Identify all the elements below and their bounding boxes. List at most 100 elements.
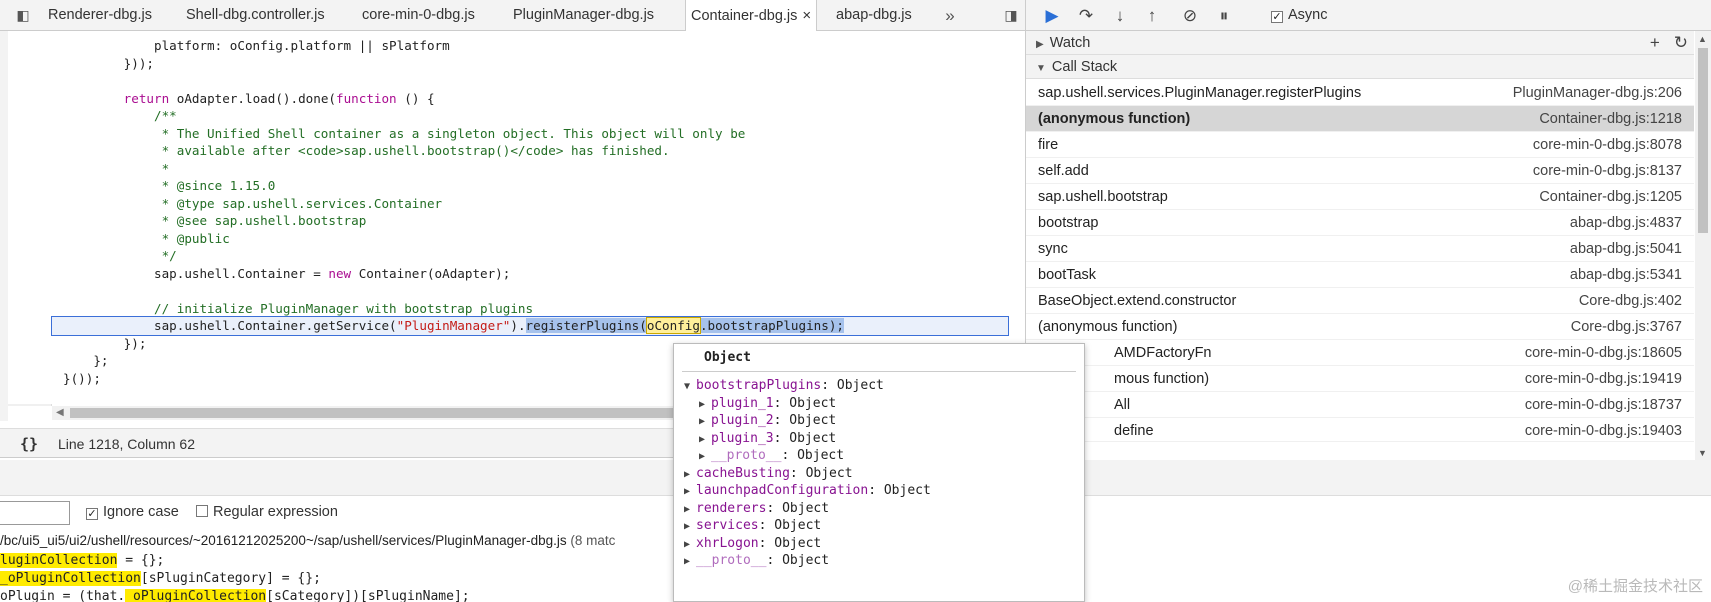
call-frame-selected[interactable]: (anonymous function) Container-dbg.js:121… <box>1026 106 1694 132</box>
call-frame[interactable]: bootTask abap-dbg.js:5341 <box>1026 262 1694 288</box>
frame-location[interactable]: Container-dbg.js:1205 <box>1539 184 1682 210</box>
code-line: platform: oConfig.platform || sPlatform <box>63 38 450 53</box>
frame-location[interactable]: core-min-0-dbg.js:18605 <box>1525 340 1682 366</box>
toggle-navigator-icon[interactable]: ◧ <box>12 0 34 31</box>
step-out-icon[interactable]: ↑ <box>1138 0 1166 31</box>
frame-function: sap.ushell.services.PluginManager.regist… <box>1038 85 1362 101</box>
property-value: Object <box>836 378 884 393</box>
collapsed-triangle-icon[interactable]: ▶ <box>684 466 696 484</box>
tab-core-min[interactable]: core-min-0-dbg.js <box>362 0 475 31</box>
call-frame[interactable]: fire core-min-0-dbg.js:8078 <box>1026 132 1694 158</box>
call-frame[interactable]: BaseObject.extend.constructor Core-dbg.js… <box>1026 288 1694 314</box>
refresh-watch-icon[interactable]: ↻ <box>1674 33 1688 52</box>
tab-plugin-manager[interactable]: PluginManager-dbg.js <box>513 0 654 31</box>
frame-location[interactable]: abap-dbg.js:5341 <box>1570 262 1682 288</box>
collapsed-triangle-icon[interactable]: ▶ <box>699 413 711 431</box>
object-property-row[interactable]: ▶ plugin_1: Object <box>699 395 836 413</box>
object-property-row[interactable]: ▶ launchpadConfiguration: Object <box>684 482 931 500</box>
search-result-file[interactable]: /bc/ui5_ui5/ui2/ushell/resources/~201612… <box>0 532 615 550</box>
code-token: sap.ushell.Container = <box>63 265 329 281</box>
call-frame[interactable]: sap.ushell.services.PluginManager.regist… <box>1026 80 1694 106</box>
frame-location[interactable]: Core-dbg.js:3767 <box>1571 314 1682 340</box>
object-property-row[interactable]: ▶ plugin_3: Object <box>699 430 836 448</box>
collapsed-triangle-icon[interactable]: ▶ <box>699 396 711 414</box>
property-key: launchpadConfiguration <box>696 483 869 498</box>
property-key: __proto__ <box>696 553 767 568</box>
frame-location[interactable]: core-min-0-dbg.js:19403 <box>1525 418 1682 441</box>
call-stack-section-header[interactable]: ▼ Call Stack <box>1026 55 1694 79</box>
call-frame[interactable]: All core-min-0-dbg.js:18737 <box>1026 392 1694 418</box>
collapsed-triangle-icon[interactable]: ▶ <box>684 518 696 536</box>
search-result-line[interactable]: _oPluginCollection[sPluginCategory] = {}… <box>0 570 321 588</box>
vertical-scrollbar[interactable]: ▲ ▼ <box>1695 31 1711 461</box>
expanded-triangle-icon[interactable]: ▼ <box>684 378 696 396</box>
search-result-line[interactable]: luginCollection = {}; <box>0 552 164 570</box>
collapsed-triangle-icon[interactable]: ▶ <box>684 483 696 501</box>
vertical-scroll-thumb[interactable] <box>1698 48 1708 233</box>
scroll-left-icon[interactable]: ◀ <box>56 406 64 420</box>
frame-location[interactable]: PluginManager-dbg.js:206 <box>1513 80 1682 106</box>
tab-renderer[interactable]: Renderer-dbg.js <box>48 0 152 31</box>
expanded-triangle-icon: ▼ <box>1036 63 1046 74</box>
add-watch-icon[interactable]: + <box>1650 33 1660 52</box>
async-checkbox-box[interactable]: ✓ <box>1271 11 1283 23</box>
code-line: return oAdapter.load().done(function () … <box>63 90 435 108</box>
collapsed-triangle-icon[interactable]: ▶ <box>684 536 696 554</box>
toggle-debugger-icon[interactable]: ◨ <box>1000 0 1022 31</box>
search-input[interactable] <box>0 501 70 525</box>
frame-location[interactable]: core-min-0-dbg.js:19419 <box>1525 366 1682 392</box>
code-comment-line: * @since 1.15.0 <box>63 178 276 193</box>
async-checkbox[interactable]: ✓ Async <box>1271 0 1328 31</box>
object-property-row[interactable]: ▶ plugin_2: Object <box>699 412 836 430</box>
result-text: [sPluginCategory] = {}; <box>140 571 321 586</box>
close-tab-icon[interactable]: × <box>802 7 811 24</box>
hovered-variable[interactable]: oConfig <box>645 317 701 334</box>
frame-location[interactable]: core-min-0-dbg.js:8078 <box>1533 132 1682 158</box>
object-property-row[interactable]: ▼ bootstrapPlugins: Object <box>684 377 884 395</box>
call-frame[interactable]: bootstrap abap-dbg.js:4837 <box>1026 210 1694 236</box>
frame-location[interactable]: abap-dbg.js:4837 <box>1570 210 1682 236</box>
property-key: plugin_1 <box>711 395 774 411</box>
tab-shell-controller[interactable]: Shell-dbg.controller.js <box>186 0 325 31</box>
step-over-icon[interactable]: ↷ <box>1072 0 1100 31</box>
collapsed-triangle-icon[interactable]: ▶ <box>699 448 711 466</box>
frame-location[interactable]: core-min-0-dbg.js:18737 <box>1525 392 1682 418</box>
result-text: oPlugin = (that. <box>0 589 126 602</box>
object-property-row[interactable]: ▶ renderers: Object <box>684 500 829 518</box>
frame-location[interactable]: abap-dbg.js:5041 <box>1570 236 1682 262</box>
watch-section-header[interactable]: ▶ Watch + ↻ <box>1026 31 1694 55</box>
step-into-icon[interactable]: ↓ <box>1106 0 1134 31</box>
object-property-row[interactable]: ▶ __proto__: Object <box>684 552 829 570</box>
ignore-case-option[interactable]: ✓ Ignore case <box>86 498 179 526</box>
scroll-down-icon[interactable]: ▼ <box>1698 448 1707 458</box>
deactivate-breakpoints-icon[interactable]: ⊘ <box>1176 0 1204 31</box>
search-result-line[interactable]: oPlugin = (that._oPluginCollection[sCate… <box>0 588 470 602</box>
ignore-case-checkbox[interactable]: ✓ <box>86 508 98 520</box>
frame-location[interactable]: Core-dbg.js:402 <box>1579 288 1682 314</box>
object-property-row[interactable]: ▶ xhrLogon: Object <box>684 535 821 553</box>
pretty-print-icon[interactable]: {} <box>20 429 38 459</box>
scroll-up-icon[interactable]: ▲ <box>1698 34 1707 44</box>
object-property-row[interactable]: ▶ services: Object <box>684 517 821 535</box>
frame-location[interactable]: Container-dbg.js:1218 <box>1539 106 1682 132</box>
regex-option[interactable]: Regular expression <box>196 498 338 526</box>
call-frame[interactable]: sap.ushell.bootstrap Container-dbg.js:120… <box>1026 184 1694 210</box>
call-frame[interactable]: AMDFactoryFn core-min-0-dbg.js:18605 <box>1026 340 1694 366</box>
tab-abap[interactable]: abap-dbg.js <box>836 0 912 31</box>
call-frame[interactable]: define core-min-0-dbg.js:19403 <box>1026 418 1694 442</box>
call-frame[interactable]: (anonymous function) Core-dbg.js:3767 <box>1026 314 1694 340</box>
pause-on-exceptions-icon[interactable]: ⏸ <box>1210 0 1238 31</box>
regex-checkbox[interactable] <box>196 505 208 517</box>
object-property-row[interactable]: ▶ __proto__: Object <box>699 447 844 465</box>
call-frame[interactable]: mous function) core-min-0-dbg.js:19419 <box>1026 366 1694 392</box>
collapsed-triangle-icon[interactable]: ▶ <box>684 501 696 519</box>
collapsed-triangle-icon[interactable]: ▶ <box>699 431 711 449</box>
call-frame[interactable]: sync abap-dbg.js:5041 <box>1026 236 1694 262</box>
collapsed-triangle-icon[interactable]: ▶ <box>684 553 696 571</box>
tab-container[interactable]: Container-dbg.js × <box>685 0 818 32</box>
more-tabs-icon[interactable]: » <box>940 0 960 31</box>
call-frame[interactable]: self.add core-min-0-dbg.js:8137 <box>1026 158 1694 184</box>
object-property-row[interactable]: ▶ cacheBusting: Object <box>684 465 853 483</box>
resume-icon[interactable]: ▶ <box>1038 0 1066 31</box>
frame-location[interactable]: core-min-0-dbg.js:8137 <box>1533 158 1682 184</box>
